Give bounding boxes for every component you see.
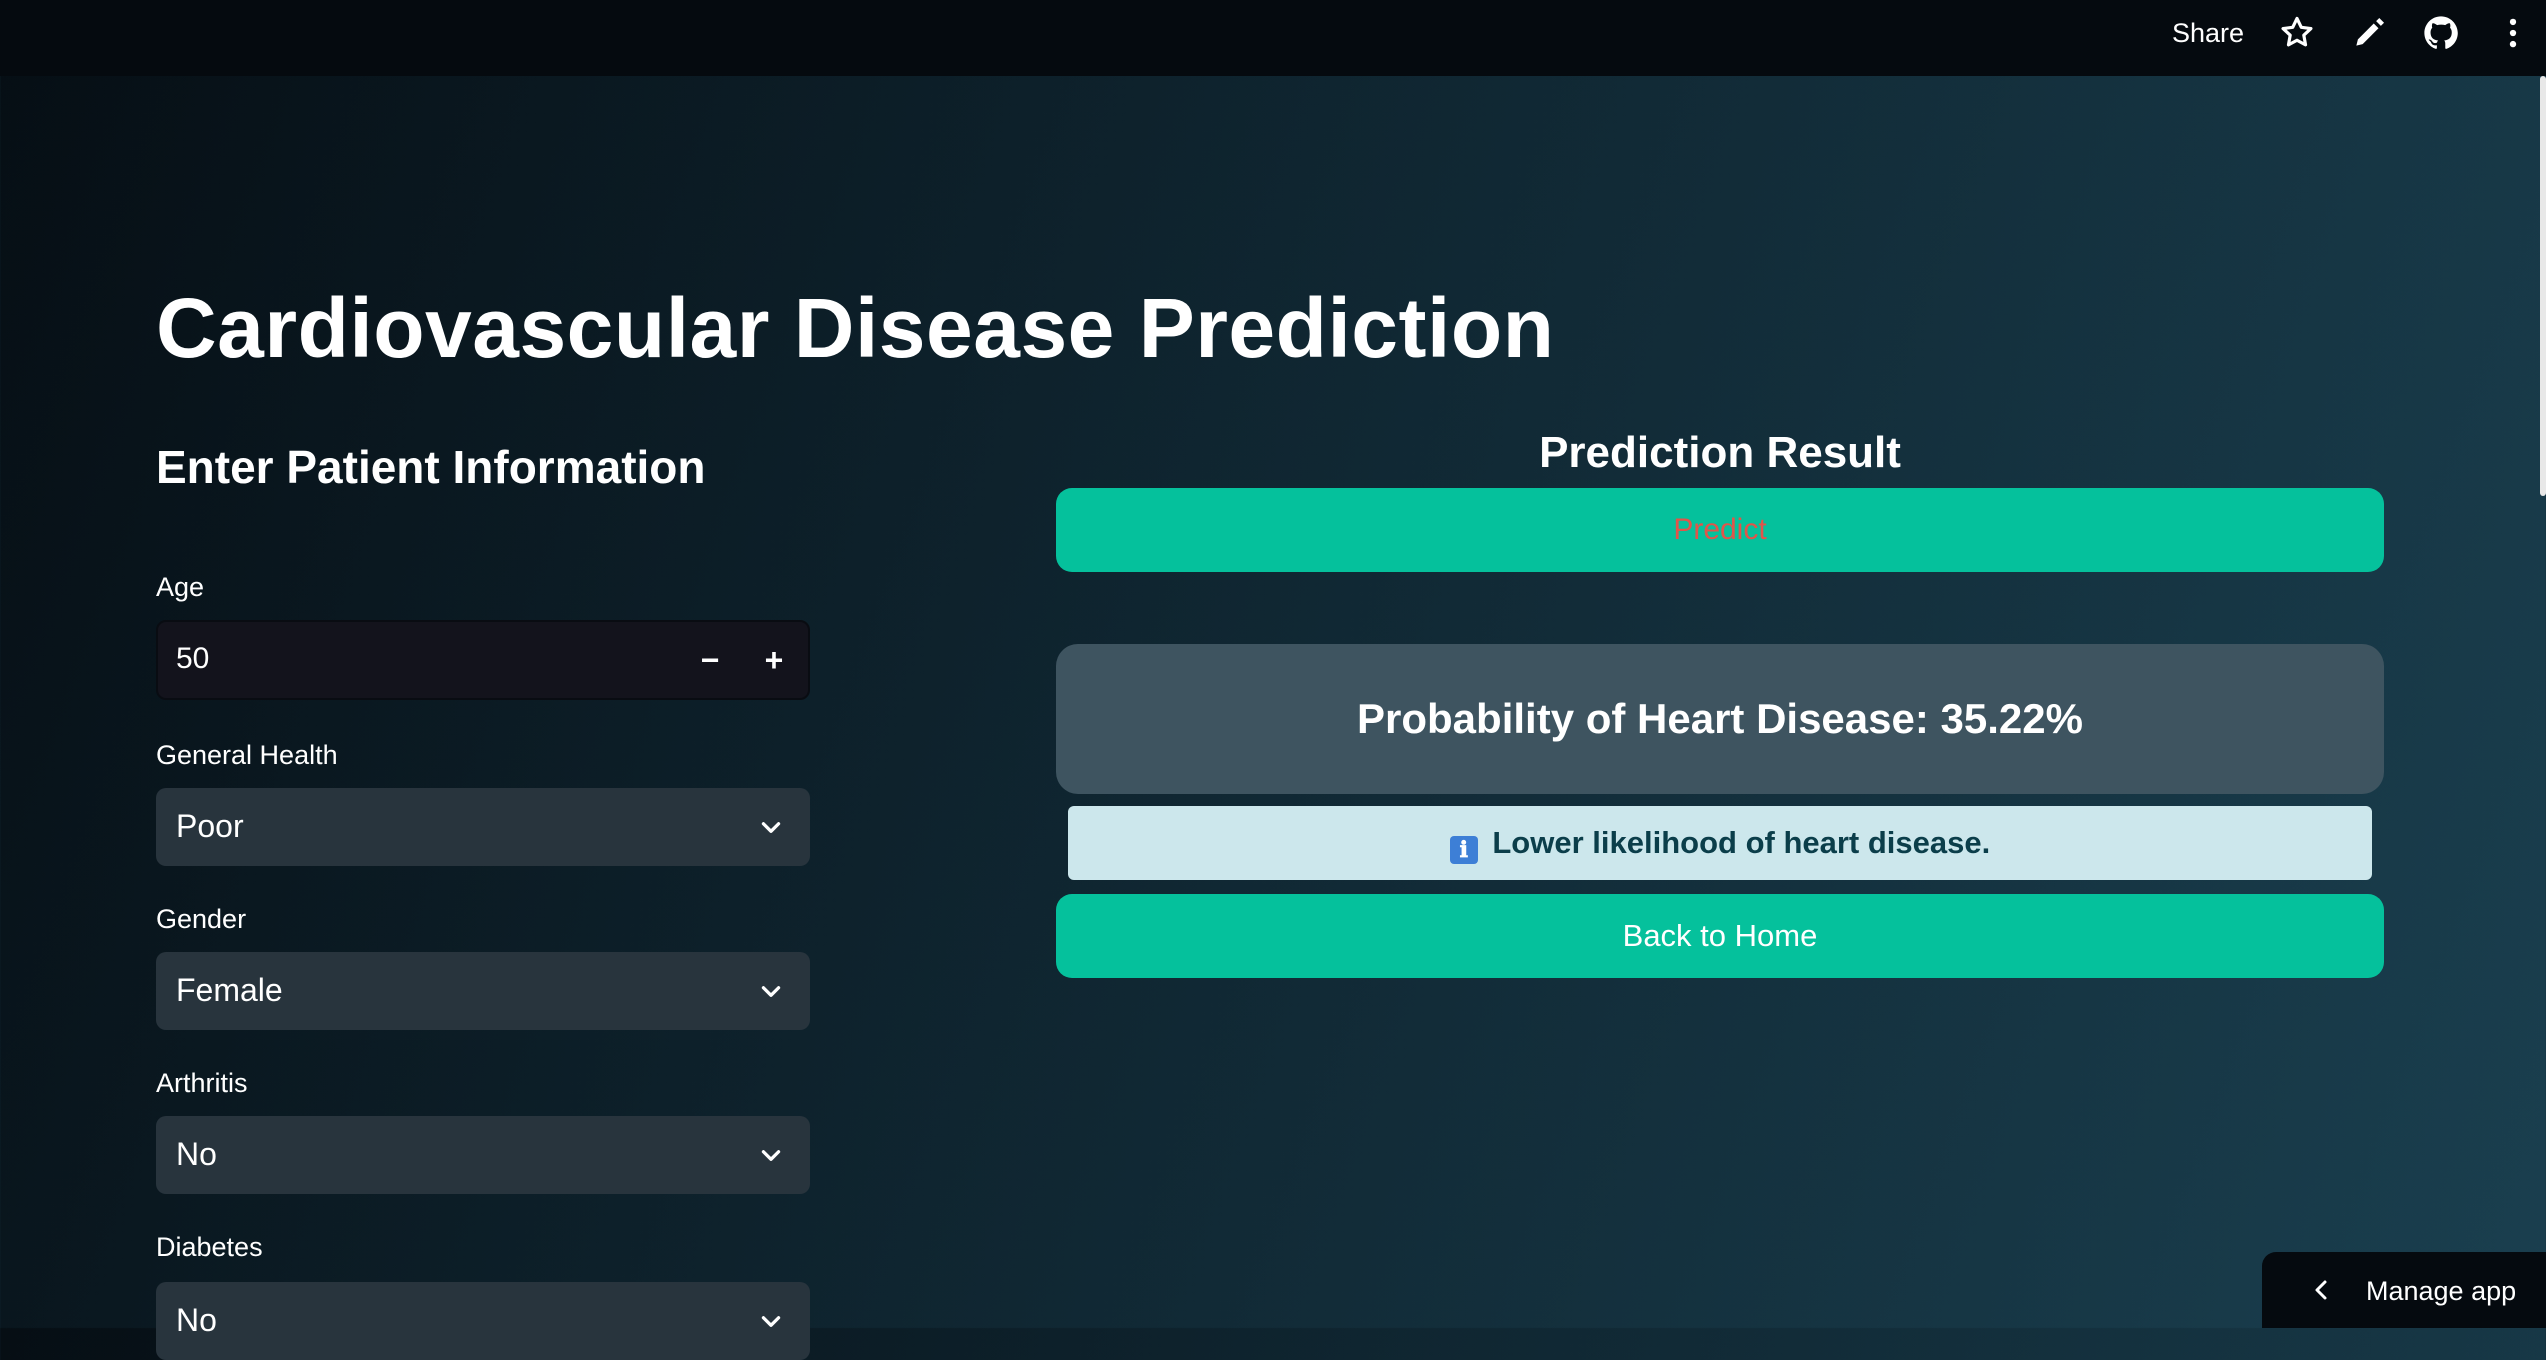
chevron-down-icon [761, 822, 781, 833]
age-label: Age [156, 572, 205, 602]
share-button[interactable]: Share [2172, 18, 2244, 49]
pencil-icon[interactable] [2350, 14, 2388, 52]
top-toolbar: Share [0, 0, 2546, 76]
gender-select[interactable]: Female [156, 952, 810, 1030]
general-health-value: Poor [176, 808, 244, 844]
page-title: Cardiovascular Disease Prediction [156, 281, 1555, 375]
general-health-label: General Health [156, 740, 338, 770]
back-to-home-button[interactable]: Back to Home [1056, 894, 2384, 978]
info-icon: ℹ [1449, 836, 1478, 864]
diabetes-select[interactable]: No [156, 1282, 810, 1360]
probability-card: Probability of Heart Disease: 35.22% [1056, 644, 2384, 794]
form-heading: Enter Patient Information [156, 441, 706, 493]
age-decrement-button[interactable]: − [678, 622, 742, 698]
age-value[interactable]: 50 [176, 642, 209, 676]
chevron-down-icon [761, 986, 781, 997]
chevron-down-icon [761, 1316, 781, 1327]
star-icon[interactable] [2278, 14, 2316, 52]
scrollbar-thumb[interactable] [2540, 76, 2546, 496]
patient-form: Enter Patient Information Age 50 − + Gen… [156, 440, 810, 1360]
gender-value: Female [176, 972, 283, 1008]
chevron-left-icon [2315, 1280, 2327, 1300]
predict-button[interactable]: Predict [1056, 488, 2384, 572]
manage-app-label: Manage app [2366, 1276, 2517, 1306]
manage-app-button[interactable]: Manage app [2262, 1252, 2546, 1328]
age-number-input[interactable]: 50 − + [156, 620, 810, 700]
general-health-select[interactable]: Poor [156, 788, 810, 866]
age-increment-button[interactable]: + [742, 622, 806, 698]
arthritis-select[interactable]: No [156, 1116, 810, 1194]
prediction-heading: Prediction Result [1539, 428, 1901, 477]
github-icon[interactable] [2422, 14, 2460, 52]
diabetes-label: Diabetes [156, 1232, 263, 1262]
more-vertical-icon[interactable] [2494, 14, 2532, 52]
arthritis-label: Arthritis [156, 1068, 248, 1098]
diabetes-value: No [176, 1302, 217, 1338]
chevron-down-icon [761, 1150, 781, 1161]
arthritis-value: No [176, 1136, 217, 1172]
info-alert-text: Lower likelihood of heart disease. [1492, 825, 1991, 860]
info-alert: ℹ Lower likelihood of heart disease. [1068, 806, 2372, 880]
gender-label: Gender [156, 904, 247, 934]
